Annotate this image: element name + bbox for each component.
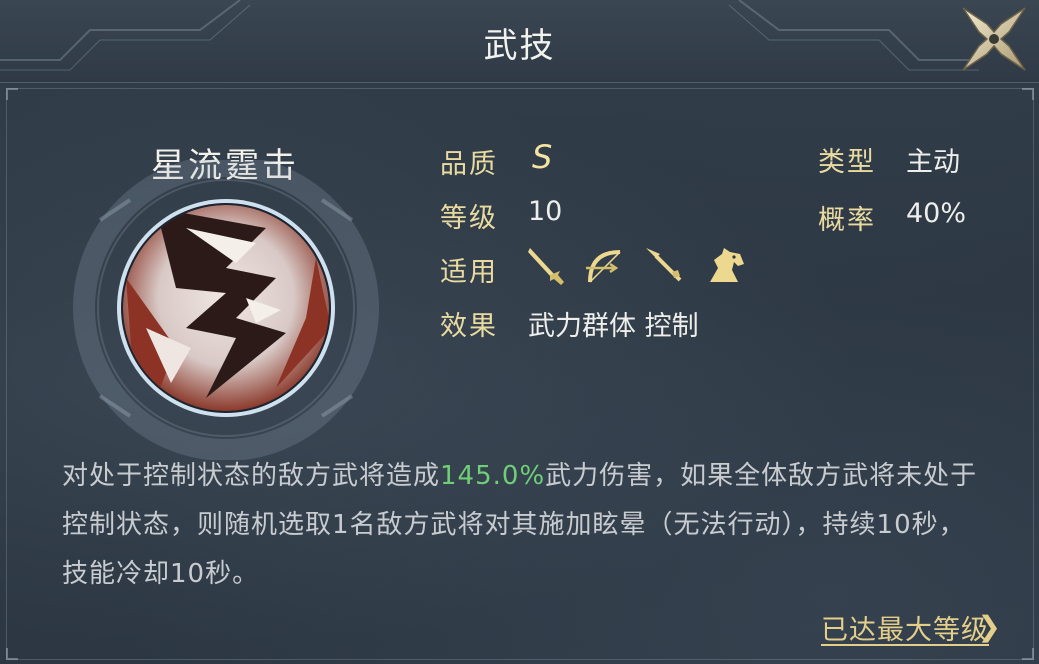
panel-corner (1022, 88, 1034, 100)
effect-value: 武力群体 控制 (528, 311, 699, 342)
level-value: 10 (528, 196, 563, 227)
chevron-right-icon: ❯ (977, 610, 1001, 643)
panel-corner (6, 648, 18, 660)
panel-corner (1022, 648, 1034, 660)
close-icon (962, 7, 1026, 71)
chance-value: 40% (906, 198, 967, 229)
description-text: 对处于控制状态的敌方武将造成 (62, 461, 441, 491)
page-title: 武技 (483, 26, 556, 66)
quality-value: S (532, 138, 553, 176)
horse-icon (710, 248, 744, 282)
effect-label: 效果 (440, 311, 498, 342)
sword-icon (528, 248, 564, 285)
quality-label: 品质 (440, 149, 498, 180)
close-button[interactable] (957, 2, 1031, 76)
damage-percent: 145.0% (440, 461, 546, 491)
panel-corner (6, 88, 18, 100)
bow-icon (586, 250, 621, 283)
header-bar: 武技 (0, 0, 1039, 83)
lightning-strike-icon (117, 199, 335, 417)
max-level-link[interactable]: 已达最大等级 (821, 608, 989, 647)
type-value: 主动 (906, 147, 960, 178)
type-label: 类型 (818, 147, 876, 178)
skill-icon[interactable] (116, 198, 336, 418)
applies-label: 适用 (440, 257, 498, 288)
level-label: 等级 (440, 203, 498, 234)
chance-label: 概率 (818, 205, 876, 236)
skill-description: 对处于控制状态的敌方武将造成145.0%武力伤害，如果全体敌方武将未处于控制状态… (62, 452, 992, 599)
spear-icon (646, 248, 682, 282)
